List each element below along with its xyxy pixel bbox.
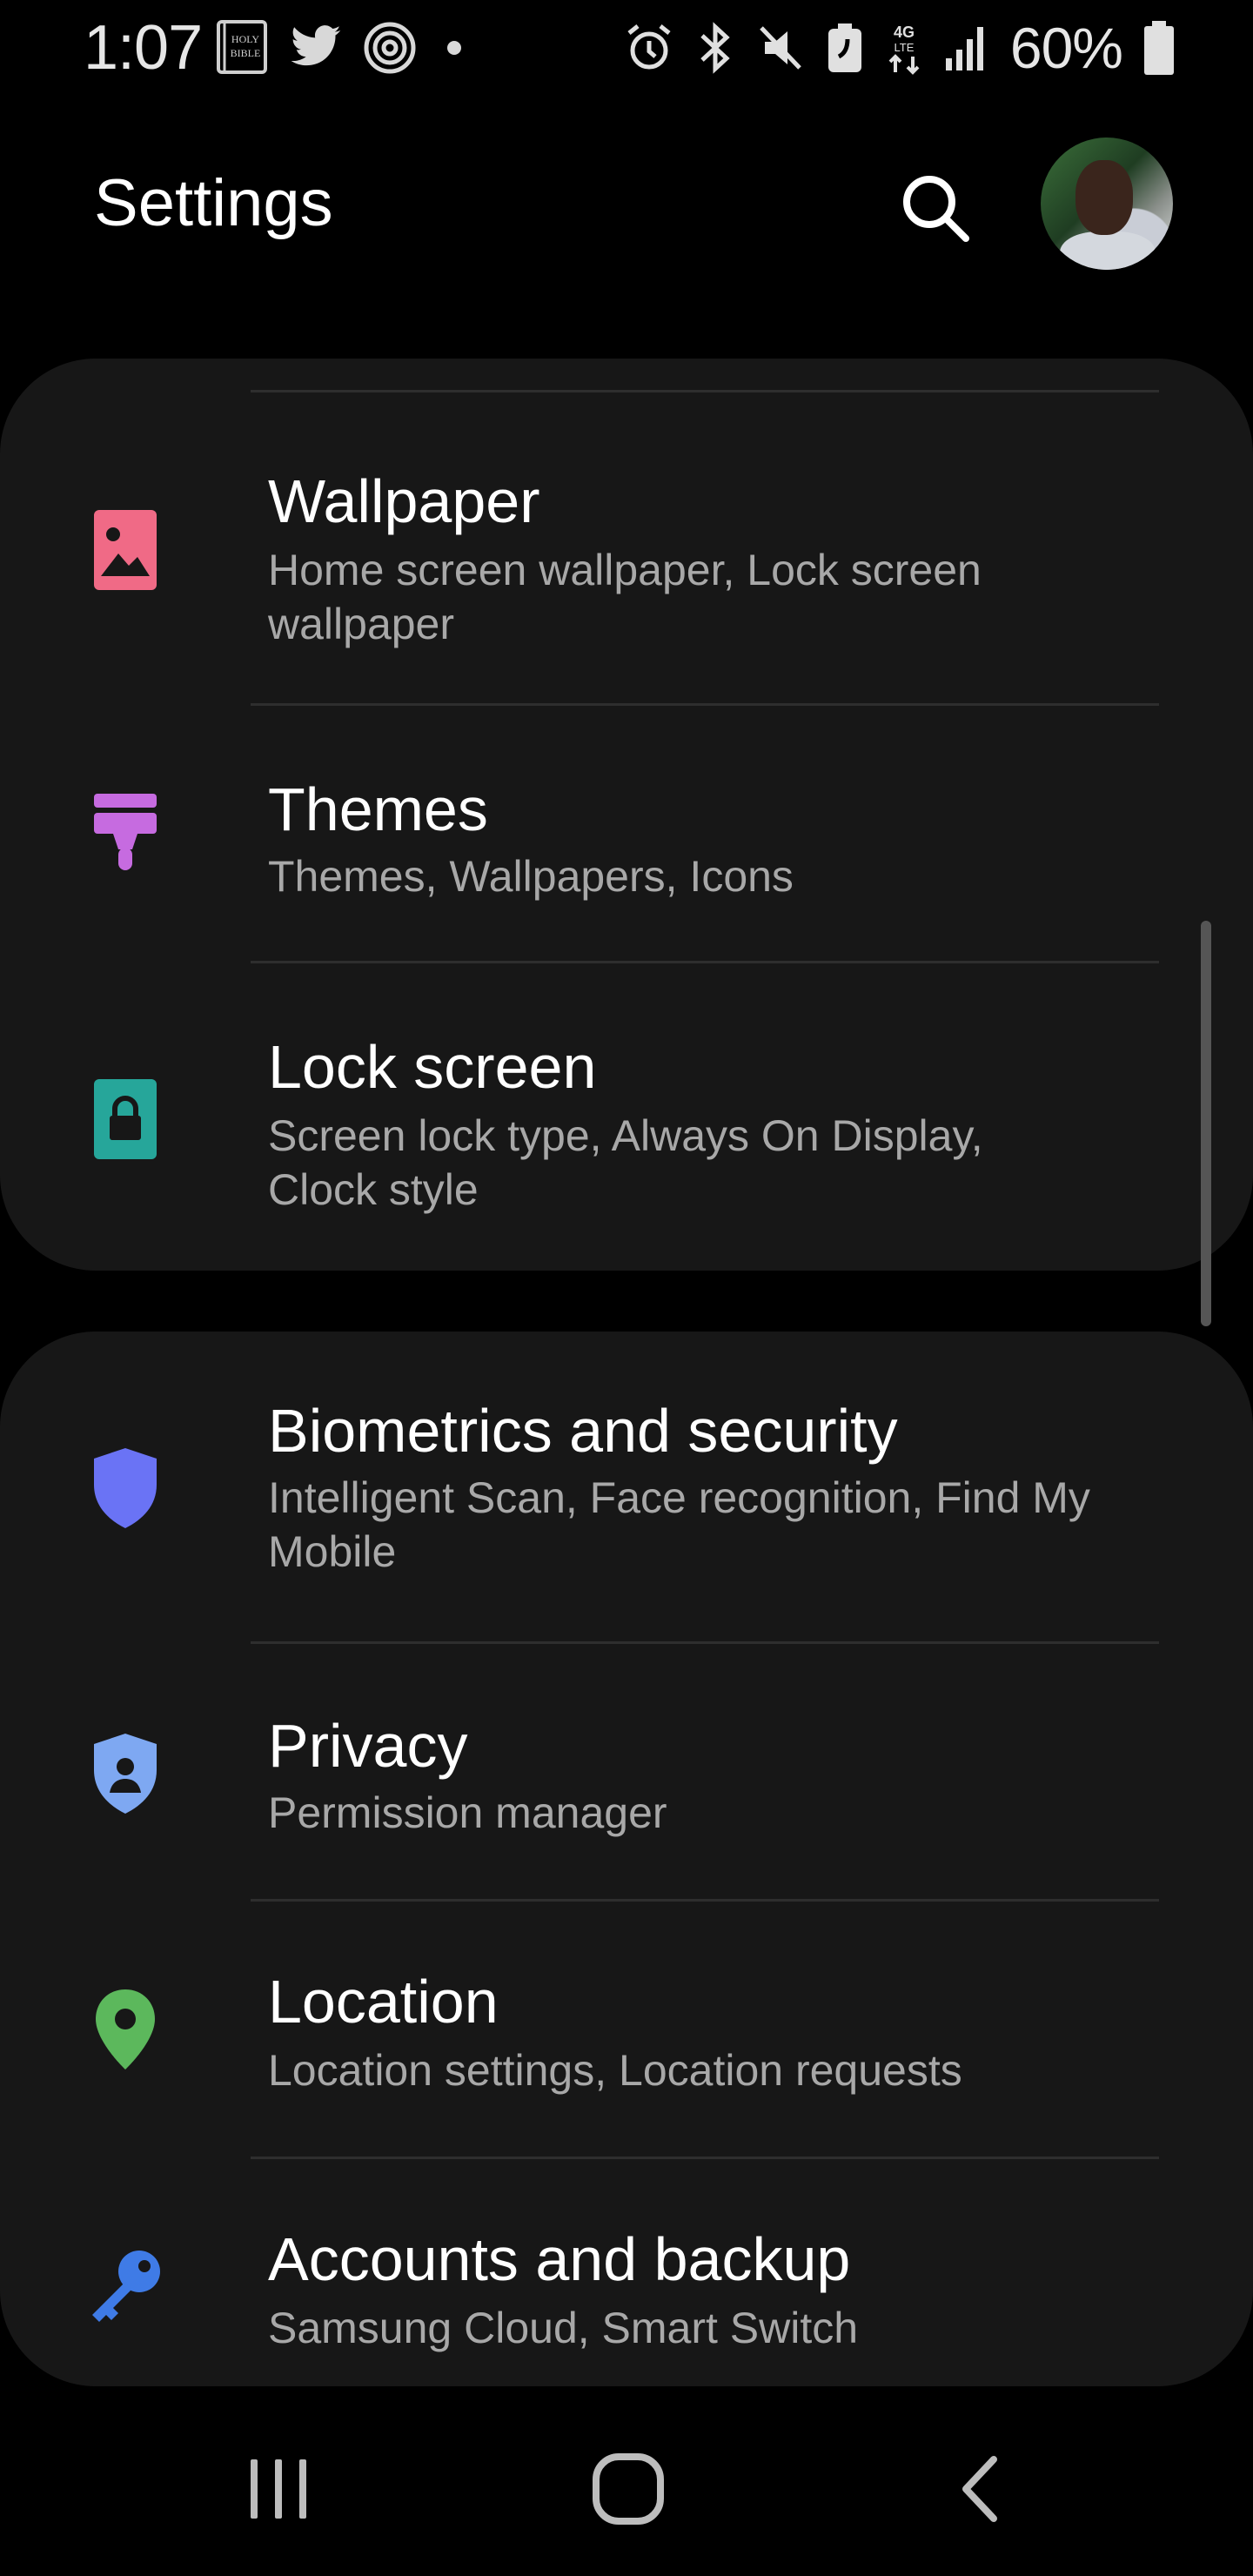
divider [251,1899,1159,1902]
status-bar: 1:07 HOLY BIBLE 4G LTE 60% [0,0,1253,96]
item-subtitle: Permission manager [268,1788,667,1837]
nfc-icon [826,22,864,74]
bible-label-2: BIBLE [231,47,261,59]
settings-group-security: Biometrics and security Intelligent Scan… [0,1332,1253,2386]
back-icon [962,2456,997,2522]
divider [251,961,1159,963]
divider [251,1641,1159,1644]
twitter-icon [289,25,343,70]
shield-icon [84,1445,167,1532]
lte-label-2: LTE [894,41,914,54]
item-subtitle: Intelligent Scan, Face recognition, Find… [268,1473,1090,1576]
privacy-shield-icon [84,1730,167,1817]
item-subtitle: Screen lock type, Always On Display, Clo… [268,1111,983,1214]
item-title: Wallpaper [268,467,540,535]
themes-brush-icon [84,790,167,877]
item-title: Themes [268,775,488,843]
home-button[interactable] [559,2437,698,2541]
alarm-icon [624,23,674,73]
settings-item-themes[interactable]: Themes Themes, Wallpapers, Icons [0,707,1253,963]
home-icon [593,2453,664,2525]
settings-item-location[interactable]: Location Location settings, Location req… [0,1902,1253,2158]
item-title: Biometrics and security [268,1397,898,1465]
search-button[interactable] [891,164,978,251]
page-title: Settings [94,166,333,240]
avatar-face [1075,160,1133,235]
settings-item-privacy[interactable]: Privacy Permission manager [0,1645,1253,1901]
divider [251,390,1159,392]
item-title: Privacy [268,1712,468,1780]
status-left-icons: HOLY BIBLE [216,17,472,78]
dot-icon [437,39,472,57]
settings-item-lock-screen[interactable]: Lock screen Screen lock type, Always On … [0,964,1253,1271]
status-right-icons: 4G LTE 60% [624,16,1175,80]
bluetooth-icon [695,22,735,74]
battery-percent: 60% [1009,16,1123,80]
lock-icon [84,1076,167,1163]
item-title: Accounts and backup [268,2225,851,2293]
key-icon [84,2242,167,2329]
search-icon [903,176,969,242]
item-title: Location [268,1968,499,2036]
settings-item-wallpaper[interactable]: Wallpaper Home screen wallpaper, Lock sc… [0,393,1253,705]
item-title: Lock screen [268,1033,597,1101]
item-subtitle: Home screen wallpaper, Lock screen wallp… [268,546,982,648]
divider [251,703,1159,706]
signal-icon [944,23,989,72]
scroll-indicator[interactable] [1201,921,1211,1326]
wireless-hotspot-icon [362,20,418,76]
back-button[interactable] [910,2437,1049,2541]
settings-group-display: Wallpaper Home screen wallpaper, Lock sc… [0,359,1253,1271]
settings-item-accounts-backup[interactable]: Accounts and backup Samsung Cloud, Smart… [0,2160,1253,2386]
item-subtitle: Samsung Cloud, Smart Switch [268,2304,859,2352]
mute-icon [756,23,805,73]
location-pin-icon [84,1986,167,2073]
status-time: 1:07 [84,13,203,83]
settings-item-biometrics[interactable]: Biometrics and security Intelligent Scan… [0,1332,1253,1641]
recents-button[interactable] [209,2437,348,2541]
battery-icon [1143,21,1175,75]
holy-bible-icon: HOLY BIBLE [216,20,270,76]
lte-label-1: 4G [894,23,915,41]
divider [251,2157,1159,2159]
avatar[interactable] [1041,138,1173,270]
avatar-shirt [1060,231,1156,270]
navigation-bar [0,2411,1253,2576]
item-subtitle: Location settings, Location requests [268,2046,962,2095]
recents-icon [251,2459,306,2519]
item-subtitle: Themes, Wallpapers, Icons [268,852,794,901]
4g-lte-icon: 4G LTE [885,20,923,76]
bible-label-1: HOLY [231,33,259,45]
wallpaper-icon [84,506,167,594]
app-header: Settings [0,131,1253,287]
